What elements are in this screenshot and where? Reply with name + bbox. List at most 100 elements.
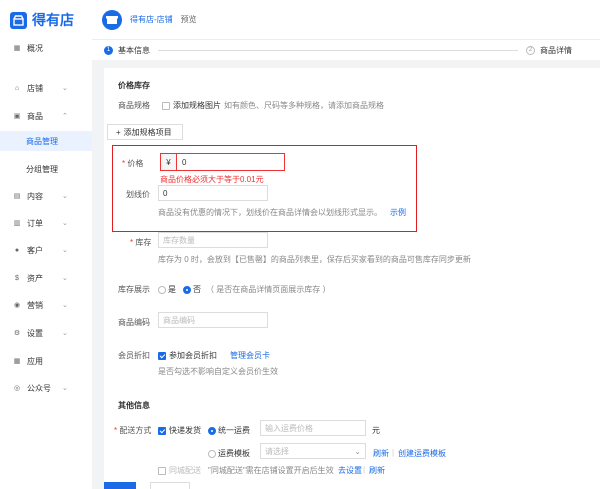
city-delivery-checkbox[interactable]: 同城配送	[158, 465, 201, 476]
manage-member-card-link[interactable]: 管理会员卡	[230, 350, 270, 361]
stock-input[interactable]: 库存数量	[158, 232, 268, 248]
sidebar-item-wechat[interactable]: ◎ 公众号 ⌄	[0, 378, 92, 398]
sidebar-item-content[interactable]: ▤ 内容 ⌄	[0, 186, 92, 206]
chevron-down-icon: ⌄	[62, 330, 68, 337]
section-price-stock: 价格库存	[118, 81, 150, 90]
refresh-link[interactable]: 刷新	[373, 448, 389, 459]
add-spec-button[interactable]: + 添加规格项目	[107, 124, 183, 140]
create-template-link[interactable]: 创建运费模板	[398, 448, 446, 459]
chevron-down-icon: ⌄	[62, 247, 68, 254]
step-2-number: 2	[526, 45, 535, 55]
currency-prefix: ¥	[161, 154, 177, 170]
chevron-down-icon: ⌄	[62, 385, 68, 392]
strike-price-input[interactable]: 0	[158, 185, 268, 201]
step-1-label[interactable]: 基本信息	[118, 45, 150, 56]
spec-label: 商品规格	[118, 101, 150, 110]
sidebar-item-overview[interactable]: ▦ 概况	[0, 38, 92, 58]
chevron-up-icon: ⌃	[62, 113, 68, 120]
sidebar-item-apps[interactable]: ▦ 应用	[0, 351, 92, 371]
top-bar: 得有店-店铺 预览	[92, 0, 600, 40]
express-checkbox[interactable]: 快递发货	[158, 425, 201, 436]
strike-price-label: 划线价	[126, 190, 150, 199]
stock-show-label: 库存展示	[118, 285, 150, 294]
refresh-link-2[interactable]: 刷新	[369, 465, 385, 476]
primary-action-button[interactable]	[104, 482, 136, 489]
shop-name[interactable]: 得有店-店铺	[130, 14, 173, 25]
price-error: 商品价格必须大于等于0.01元	[160, 175, 264, 184]
preview-link[interactable]: 预览	[181, 14, 197, 25]
stock-show-yes-radio[interactable]: 是	[158, 284, 176, 295]
chevron-down-icon: ⌄	[62, 193, 68, 200]
chevron-down-icon: ⌄	[62, 220, 68, 227]
chevron-down-icon: ⌄	[354, 446, 361, 456]
checkbox-icon	[158, 466, 166, 475]
member-label: 会员折扣	[118, 351, 150, 360]
order-icon: ▥	[13, 220, 21, 227]
price-value: 0	[182, 157, 187, 167]
ship-label: * 配送方式	[114, 426, 152, 435]
code-input[interactable]: 商品编码	[158, 312, 268, 328]
sidebar-sub-goods-manage[interactable]: 商品管理	[0, 131, 92, 151]
sidebar-item-settings[interactable]: ⚙ 设置 ⌄	[0, 323, 92, 343]
stock-label: * 库存	[130, 238, 152, 247]
chevron-down-icon: ⌄	[62, 85, 68, 92]
store-logo-icon	[10, 11, 27, 29]
sidebar-sub-group-manage[interactable]: 分组管理	[0, 159, 92, 179]
member-discount-checkbox[interactable]: 参加会员折扣	[158, 350, 217, 361]
apps-icon: ▦	[13, 358, 21, 365]
goods-icon: ▣	[13, 113, 21, 120]
spec-image-checkbox[interactable]: 添加规格图片	[162, 100, 221, 111]
sidebar-item-customer[interactable]: ● 客户 ⌄	[0, 240, 92, 260]
radio-selected-icon	[183, 285, 191, 294]
step-2-label[interactable]: 商品详情	[540, 45, 572, 56]
sidebar-item-goods[interactable]: ▣ 商品 ⌃	[0, 106, 92, 126]
content-icon: ▤	[13, 193, 21, 200]
radio-icon	[158, 285, 166, 294]
secondary-action-button[interactable]	[150, 482, 190, 489]
chevron-down-icon: ⌄	[62, 302, 68, 309]
step-1-number: 1	[104, 45, 113, 55]
member-hint: 是否勾选不影响自定义会员价生效	[158, 367, 278, 376]
ship-unit: 元	[372, 426, 380, 435]
asset-icon: $	[15, 274, 19, 282]
customer-icon: ●	[14, 246, 20, 254]
template-select[interactable]: 请选择 ⌄	[260, 443, 366, 459]
price-input[interactable]: ¥ 0	[160, 153, 285, 171]
plus-icon: +	[116, 127, 121, 137]
brand-logo[interactable]: 得有店	[0, 0, 92, 40]
stock-show-no-radio[interactable]: 否	[183, 284, 201, 295]
step-divider	[158, 49, 518, 51]
radio-selected-icon	[208, 426, 216, 435]
divider: |	[392, 448, 395, 457]
sidebar-item-shop[interactable]: ⌂ 店铺 ⌄	[0, 78, 92, 98]
template-radio[interactable]: 运费模板	[208, 448, 250, 459]
grid-icon: ▦	[13, 45, 21, 52]
unified-fee-radio[interactable]: 统一运费	[208, 425, 250, 436]
sidebar-item-order[interactable]: ▥ 订单 ⌄	[0, 213, 92, 233]
step-bar: 1 基本信息 2 商品详情	[92, 40, 600, 60]
spec-hint: 如有颜色、尺码等多种规格，请添加商品规格	[224, 101, 384, 110]
wechat-icon: ◎	[13, 385, 21, 392]
strike-example-link[interactable]: 示例	[390, 207, 406, 218]
stock-hint: 库存为 0 时，会放到【已售罄】的商品列表里，保存后买家看到的商品可售库存同步更…	[158, 255, 471, 264]
sidebar-item-asset[interactable]: $ 资产 ⌄	[0, 268, 92, 288]
strike-price-hint: 商品没有优惠的情况下，划线价在商品详情会以划线形式显示。	[158, 208, 382, 217]
chevron-down-icon: ⌄	[62, 275, 68, 282]
price-label: * 价格	[122, 159, 144, 168]
shop-avatar-icon[interactable]	[102, 9, 122, 30]
section-other: 其他信息	[118, 401, 150, 410]
divider: |	[363, 465, 366, 474]
sidebar-item-marketing[interactable]: ◉ 营销 ⌄	[0, 295, 92, 315]
settings-icon: ⚙	[13, 330, 21, 337]
marketing-icon: ◉	[13, 302, 21, 309]
checkbox-icon	[162, 101, 170, 110]
brand-name: 得有店	[32, 12, 74, 28]
checkbox-checked-icon	[158, 351, 166, 360]
stock-show-hint: （ 是否在商品详情页面展示库存 ）	[206, 285, 331, 294]
shop-icon: ⌂	[14, 84, 20, 92]
go-set-link[interactable]: 去设置	[338, 465, 362, 476]
code-label: 商品编码	[118, 318, 150, 327]
checkbox-checked-icon	[158, 426, 166, 435]
ship-fee-input[interactable]: 输入运费价格	[260, 420, 366, 436]
radio-icon	[208, 449, 216, 458]
